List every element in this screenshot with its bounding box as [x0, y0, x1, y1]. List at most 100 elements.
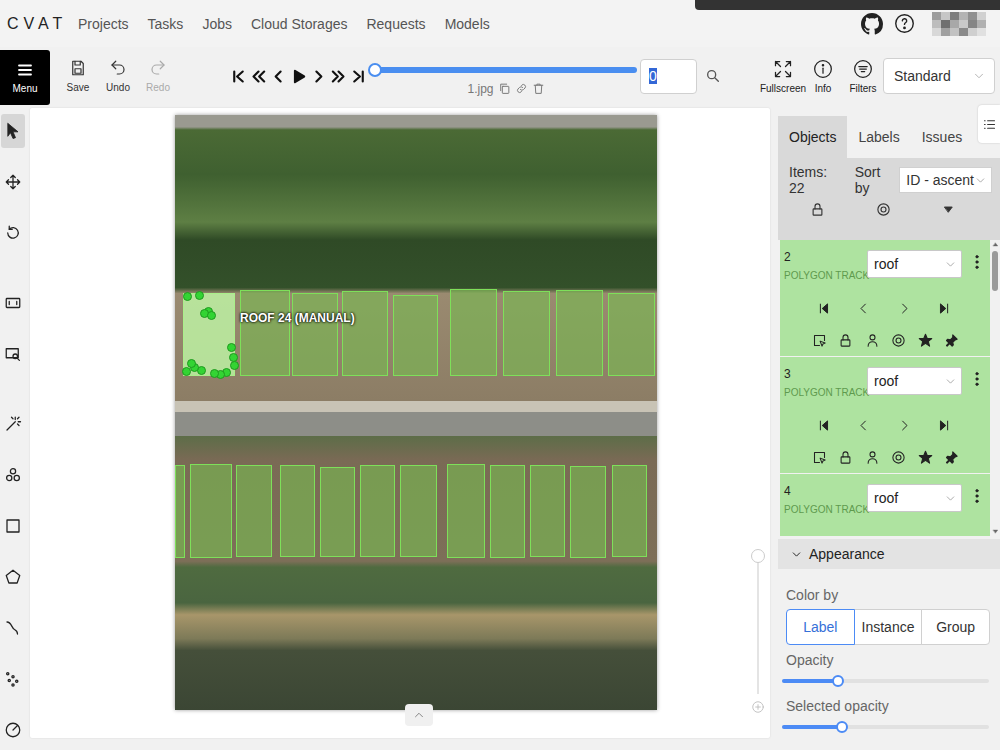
star-icon[interactable] [918, 333, 933, 348]
link-icon[interactable] [515, 82, 528, 95]
frame-slider-handle[interactable] [368, 63, 382, 77]
action-button[interactable]: Redo [138, 59, 178, 93]
copy-icon[interactable] [498, 82, 511, 95]
polygon-vertex[interactable] [182, 367, 191, 376]
trifirst-icon[interactable] [816, 535, 831, 537]
object-menu[interactable] [968, 484, 986, 505]
tool-button[interactable] [0, 277, 25, 328]
selectbox-icon[interactable] [812, 333, 827, 348]
next-icon[interactable] [897, 535, 912, 537]
tool-button[interactable] [0, 602, 25, 653]
trifirst-icon[interactable] [816, 418, 831, 433]
polygon-vertex[interactable] [210, 369, 219, 378]
person-icon[interactable] [865, 333, 880, 348]
next-icon[interactable] [897, 301, 912, 316]
target-icon[interactable] [891, 333, 906, 348]
lock-icon[interactable] [838, 450, 853, 465]
object-card[interactable]: 4POLYGON TRACKroof [780, 474, 990, 536]
tool-button[interactable] [0, 207, 25, 258]
github-icon[interactable] [861, 13, 883, 35]
view-button[interactable]: Fullscreen [763, 59, 803, 94]
sidebar-tab[interactable]: Issues [911, 116, 973, 158]
object-menu[interactable] [968, 367, 986, 388]
nav-item[interactable]: Tasks [148, 16, 184, 32]
polygon-vertex[interactable] [207, 311, 216, 320]
frame-search[interactable] [705, 68, 721, 84]
nav-item[interactable]: Cloud Storages [251, 16, 348, 32]
user-avatar[interactable] [932, 12, 986, 36]
cvat-logo[interactable]: CVAT [7, 15, 78, 33]
help-icon[interactable] [894, 13, 915, 34]
color-by-option[interactable]: Label [786, 609, 855, 645]
scrollbar-thumb[interactable] [992, 251, 998, 291]
workspace-select[interactable]: Standard [883, 58, 995, 94]
sidebar-tab[interactable]: Labels [847, 116, 910, 158]
view-button[interactable]: Filters [843, 59, 883, 94]
annotation-canvas[interactable]: ROOF 24 (MANUAL) [30, 108, 770, 738]
prev-icon[interactable] [856, 418, 871, 433]
slider-handle[interactable] [836, 721, 848, 733]
sidebar-toggle[interactable] [978, 105, 1000, 143]
object-card[interactable]: 3POLYGON TRACKroof [780, 357, 990, 473]
tool-button[interactable] [0, 551, 25, 602]
label-select[interactable]: roof [867, 250, 962, 278]
menu-button[interactable]: Menu [0, 50, 50, 105]
player-button[interactable] [228, 68, 248, 85]
object-card[interactable]: 2POLYGON TRACKroof [780, 240, 990, 356]
action-button[interactable]: Undo [98, 59, 138, 93]
nav-item[interactable]: Projects [78, 16, 129, 32]
bottom-panel-toggle[interactable] [405, 704, 433, 726]
trilast-icon[interactable] [937, 535, 952, 537]
slider-handle[interactable] [832, 675, 844, 687]
pin-icon[interactable] [944, 450, 959, 465]
player-button[interactable] [308, 68, 328, 85]
star-icon[interactable] [918, 450, 933, 465]
sort-select[interactable]: ID - ascent [899, 167, 992, 193]
nav-item[interactable]: Models [445, 16, 490, 32]
lock-icon[interactable] [838, 333, 853, 348]
trifirst-icon[interactable] [816, 301, 831, 316]
tool-button[interactable] [0, 500, 25, 551]
tool-button[interactable] [0, 398, 25, 449]
scrollbar[interactable] [990, 240, 1000, 536]
player-button[interactable] [348, 68, 368, 85]
polygon-vertex[interactable] [183, 292, 192, 301]
object-menu[interactable] [968, 250, 986, 271]
action-button[interactable]: Save [58, 59, 98, 93]
tool-button[interactable] [0, 653, 25, 704]
polygon-vertex[interactable] [195, 291, 204, 300]
player-button[interactable] [288, 68, 308, 85]
person-icon[interactable] [865, 450, 880, 465]
zoom-button[interactable] [751, 700, 765, 714]
pin-icon[interactable] [944, 333, 959, 348]
selectbox-icon[interactable] [812, 450, 827, 465]
color-by-option[interactable]: Instance [854, 609, 923, 645]
tridown-icon[interactable] [941, 202, 956, 217]
view-button[interactable]: Info [803, 59, 843, 94]
trilast-icon[interactable] [937, 418, 952, 433]
nav-item[interactable]: Jobs [202, 16, 232, 32]
label-select[interactable]: roof [867, 484, 962, 512]
opacity-slider[interactable] [782, 669, 989, 693]
player-button[interactable] [328, 68, 348, 85]
polygon-vertex[interactable] [230, 361, 239, 370]
lock-icon[interactable] [810, 202, 825, 217]
tool-button[interactable] [0, 156, 25, 207]
appearance-header[interactable]: Appearance [778, 539, 1000, 569]
label-select[interactable]: roof [867, 367, 962, 395]
nav-item[interactable]: Requests [366, 16, 425, 32]
trilast-icon[interactable] [937, 301, 952, 316]
frame-input[interactable]: 0 [640, 59, 697, 94]
opacity-slider[interactable] [782, 715, 989, 739]
next-icon[interactable] [897, 418, 912, 433]
player-button[interactable] [248, 68, 268, 85]
polygon-vertex[interactable] [227, 343, 236, 352]
prev-icon[interactable] [856, 535, 871, 537]
target-icon[interactable] [891, 450, 906, 465]
polygon-vertex[interactable] [187, 359, 196, 368]
frame-slider[interactable] [375, 62, 637, 78]
tool-button[interactable] [0, 328, 25, 379]
player-button[interactable] [268, 68, 288, 85]
sidebar-tab[interactable]: Objects [778, 116, 847, 158]
target-icon[interactable] [876, 202, 891, 217]
